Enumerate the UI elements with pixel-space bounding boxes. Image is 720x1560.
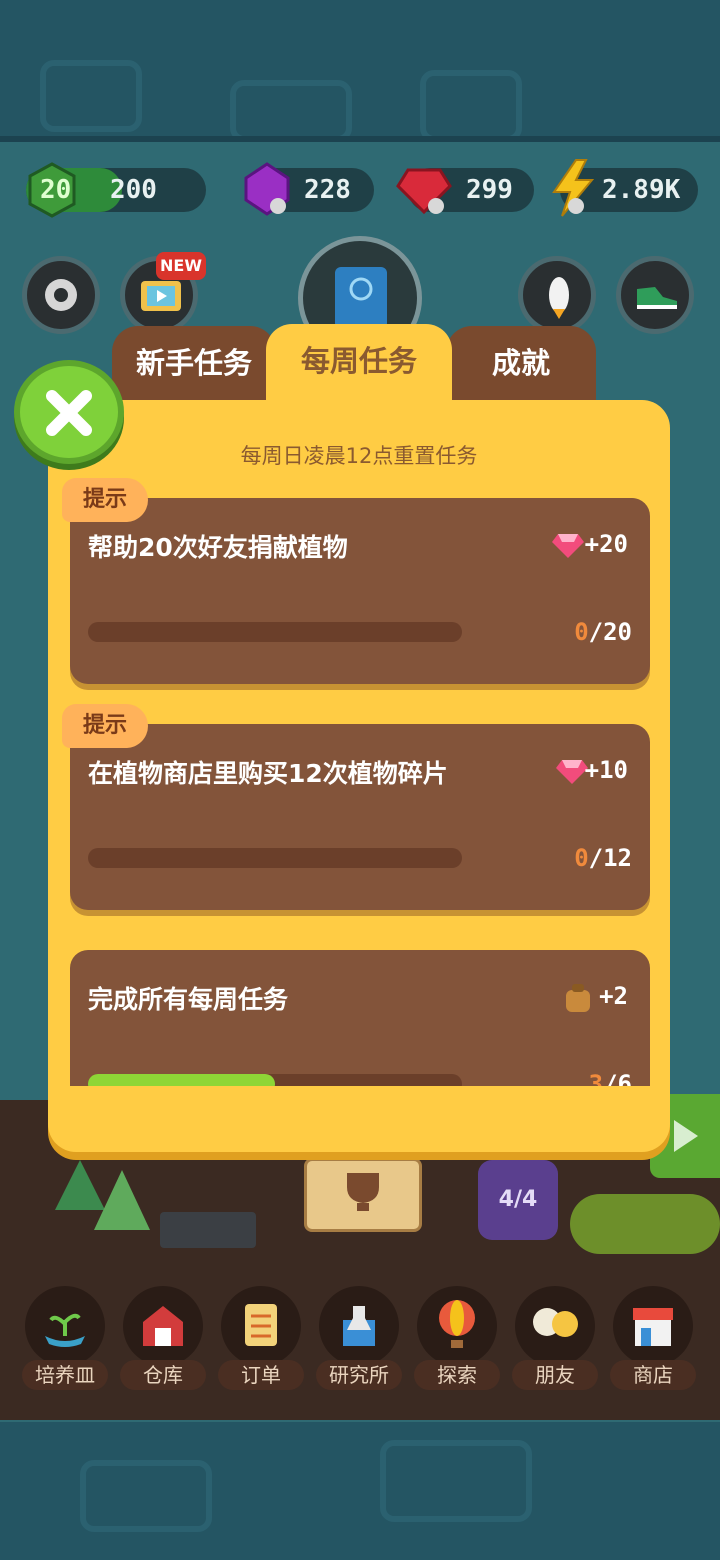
task-progress-bar <box>88 1074 462 1086</box>
trophy-icon <box>347 1173 379 1211</box>
task-progress-bar <box>88 848 462 868</box>
nav-label: 订单 <box>218 1360 304 1390</box>
tab-weekly-tasks[interactable]: 每周任务 <box>266 324 452 408</box>
scroll-icon <box>245 1304 277 1346</box>
background-decoration <box>230 80 352 142</box>
nav-icon-bg <box>221 1286 301 1366</box>
level-xp-pill[interactable]: 20 200 <box>26 162 206 218</box>
task-progress-total: /6 <box>603 1070 632 1086</box>
pink-gem-icon <box>556 760 588 784</box>
reset-note: 每周日凌晨12点重置任务 <box>240 444 478 468</box>
task-reward: +20 <box>584 530 628 558</box>
nav-icon-bg <box>123 1286 203 1366</box>
task-card: 在植物商店里购买12次植物碎片 +10 0/12 <box>70 724 650 910</box>
red-gem-pill[interactable]: 299 <box>396 168 534 215</box>
tip-button[interactable]: 提示 <box>62 704 148 748</box>
energy-value: 2.89K <box>602 175 681 205</box>
nav-explore[interactable]: 探索 <box>414 1286 500 1396</box>
rocket-icon <box>549 277 569 319</box>
play-arrow-icon <box>674 1120 698 1152</box>
grass-patch <box>570 1194 720 1254</box>
task-progress-current: 0 <box>574 618 589 646</box>
nav-label: 仓库 <box>120 1360 206 1390</box>
friends-icon <box>533 1308 578 1337</box>
nav-label: 研究所 <box>316 1360 402 1390</box>
task-progress-fill <box>88 1074 275 1086</box>
hot-air-balloon-icon <box>439 1300 475 1348</box>
sprout-icon <box>45 1313 85 1347</box>
task-title: 完成所有每周任务 <box>88 985 289 1014</box>
nav-icon-bg <box>319 1286 399 1366</box>
plant-book-icon <box>335 267 387 329</box>
statue-pedestal <box>160 1212 256 1248</box>
tv-icon <box>141 281 181 311</box>
background-decoration <box>40 60 142 132</box>
shop-icon <box>633 1308 673 1346</box>
new-badge: NEW <box>156 252 206 280</box>
rocket-button[interactable] <box>518 256 596 334</box>
settings-button[interactable] <box>22 256 100 334</box>
nav-label: 朋友 <box>512 1360 598 1390</box>
purple-gem-pill[interactable]: 228 <box>244 162 374 216</box>
task-progress-text: 3/6 <box>589 1070 632 1086</box>
xp-value: 200 <box>110 175 157 205</box>
nav-petri-dish[interactable]: 培养皿 <box>22 1286 108 1396</box>
task-title: 帮助20次好友捐献植物 <box>88 533 348 562</box>
nav-icon-bg <box>25 1286 105 1366</box>
red-gem-icon <box>396 168 452 215</box>
tab-achievements[interactable]: 成就 <box>446 326 596 406</box>
nav-friends[interactable]: 朋友 <box>512 1286 598 1396</box>
lab-flask-icon <box>343 1306 375 1346</box>
gear-icon <box>45 279 77 311</box>
task-reward: +2 <box>599 982 628 1010</box>
level-value: 20 <box>40 175 72 205</box>
nav-label: 探索 <box>414 1360 500 1390</box>
backpack-icon <box>566 984 590 1012</box>
purple-gem-value: 228 <box>304 175 351 205</box>
task-reward: +10 <box>584 756 628 784</box>
task-progress-bar <box>88 622 462 642</box>
nav-warehouse[interactable]: 仓库 <box>120 1286 206 1396</box>
background-decoration <box>380 1440 532 1522</box>
background-decoration <box>420 70 522 142</box>
nav-label: 商店 <box>610 1360 696 1390</box>
close-button[interactable] <box>14 360 124 464</box>
nav-shop[interactable]: 商店 <box>610 1286 696 1396</box>
background-decoration <box>80 1460 212 1532</box>
close-icon <box>46 390 92 436</box>
pink-gem-icon <box>552 534 584 558</box>
task-card: 完成所有每周任务 +2 3/6 <box>70 950 650 1086</box>
task-list-clip: 完成所有每周任务 +2 3/6 <box>70 950 650 1086</box>
nav-icon-bg <box>417 1286 497 1366</box>
task-progress-total: /20 <box>588 618 632 646</box>
nav-orders[interactable]: 订单 <box>218 1286 304 1396</box>
sneaker-button[interactable] <box>616 256 694 334</box>
tip-button[interactable]: 提示 <box>62 478 148 522</box>
task-progress-total: /12 <box>588 844 632 872</box>
lightning-icon <box>552 159 595 217</box>
nav-icon-bg <box>613 1286 693 1366</box>
nav-label: 培养皿 <box>22 1360 108 1390</box>
task-title: 在植物商店里购买12次植物碎片 <box>88 759 448 788</box>
capacity-machine[interactable]: 4/4 <box>478 1160 558 1240</box>
purple-gem-icon <box>244 162 290 216</box>
task-progress-text: 0/20 <box>574 618 632 646</box>
task-card: 帮助20次好友捐献植物 +20 0/20 <box>70 498 650 684</box>
nav-research[interactable]: 研究所 <box>316 1286 402 1396</box>
energy-pill[interactable]: 2.89K <box>552 159 698 217</box>
trophy-sign[interactable] <box>304 1158 422 1232</box>
barn-icon <box>143 1306 183 1346</box>
task-progress-text: 0/12 <box>574 844 632 872</box>
task-progress-current: 3 <box>588 1070 604 1086</box>
tree-decoration <box>55 1160 150 1230</box>
task-progress-current: 0 <box>574 844 589 872</box>
red-gem-value: 299 <box>466 175 513 205</box>
tab-beginner-tasks[interactable]: 新手任务 <box>112 326 276 406</box>
nav-icon-bg <box>515 1286 595 1366</box>
sneaker-icon <box>637 287 677 309</box>
